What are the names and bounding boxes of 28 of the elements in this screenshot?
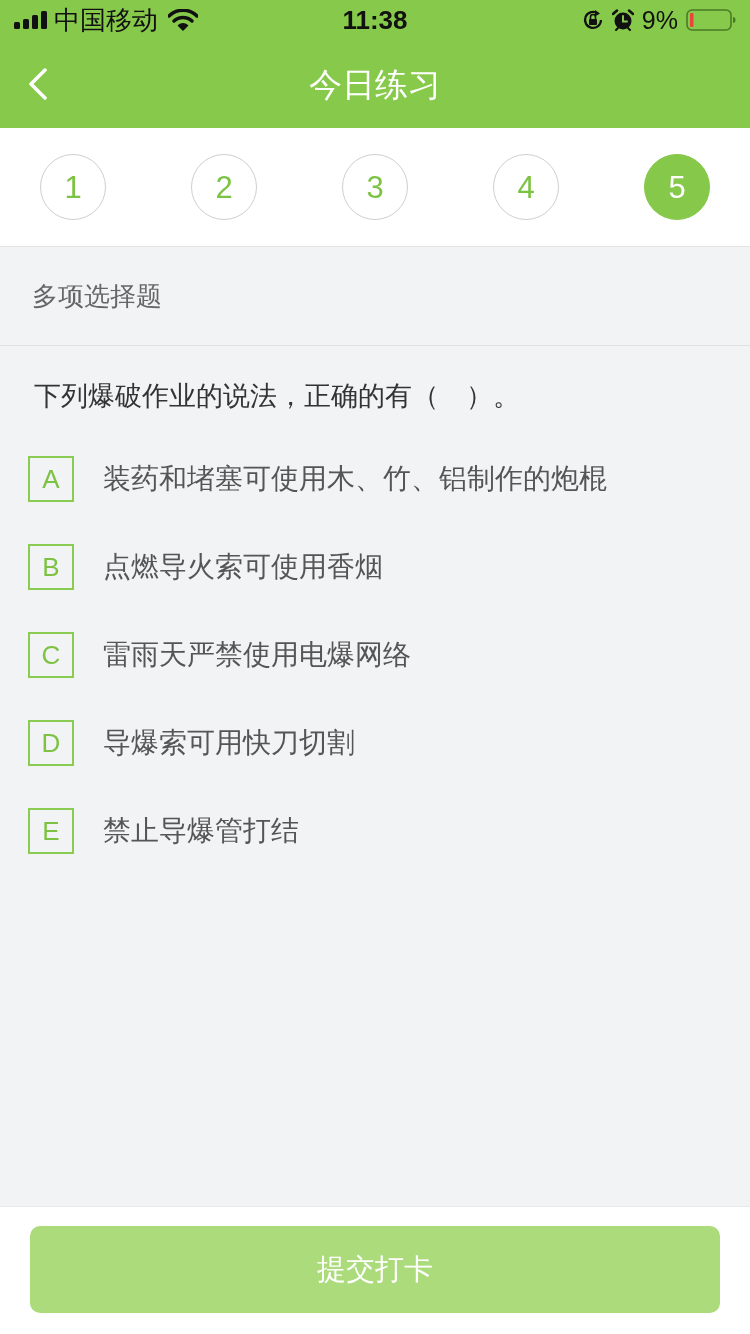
rotation-lock-icon [581, 9, 604, 31]
carrier-name: 中国移动 [54, 7, 158, 33]
back-button[interactable] [28, 68, 48, 100]
option-text: 导爆索可用快刀切割 [103, 726, 355, 760]
battery-percent: 9% [641, 7, 678, 33]
alarm-clock-icon [611, 9, 634, 31]
option-text: 装药和堵塞可使用木、竹、铝制作的炮棍 [103, 462, 607, 496]
back-icon [28, 68, 48, 100]
option-checkbox[interactable]: A [28, 456, 74, 502]
signal-icon [14, 11, 48, 29]
option-checkbox[interactable]: E [28, 808, 74, 854]
question-number-tab[interactable]: 2 [191, 154, 257, 220]
option-checkbox[interactable]: B [28, 544, 74, 590]
option-text: 点燃导火索可使用香烟 [103, 550, 383, 584]
question-number-tab[interactable]: 4 [493, 154, 559, 220]
battery-icon [686, 9, 736, 31]
question-number-tab[interactable]: 1 [40, 154, 106, 220]
question-number-tab[interactable]: 3 [342, 154, 408, 220]
page-title: 今日练习 [309, 67, 441, 101]
option-checkbox[interactable]: D [28, 720, 74, 766]
wifi-icon [168, 9, 198, 31]
question-text: 下列爆破作业的说法，正确的有（ ）。 [34, 380, 521, 413]
status-time: 11:38 [342, 7, 408, 33]
question-number-tab[interactable]: 5 [644, 154, 710, 220]
question-type-label: 多项选择题 [32, 283, 162, 309]
option-text: 雷雨天严禁使用电爆网络 [103, 638, 411, 672]
option-checkbox[interactable]: C [28, 632, 74, 678]
option-text: 禁止导爆管打结 [103, 814, 299, 848]
